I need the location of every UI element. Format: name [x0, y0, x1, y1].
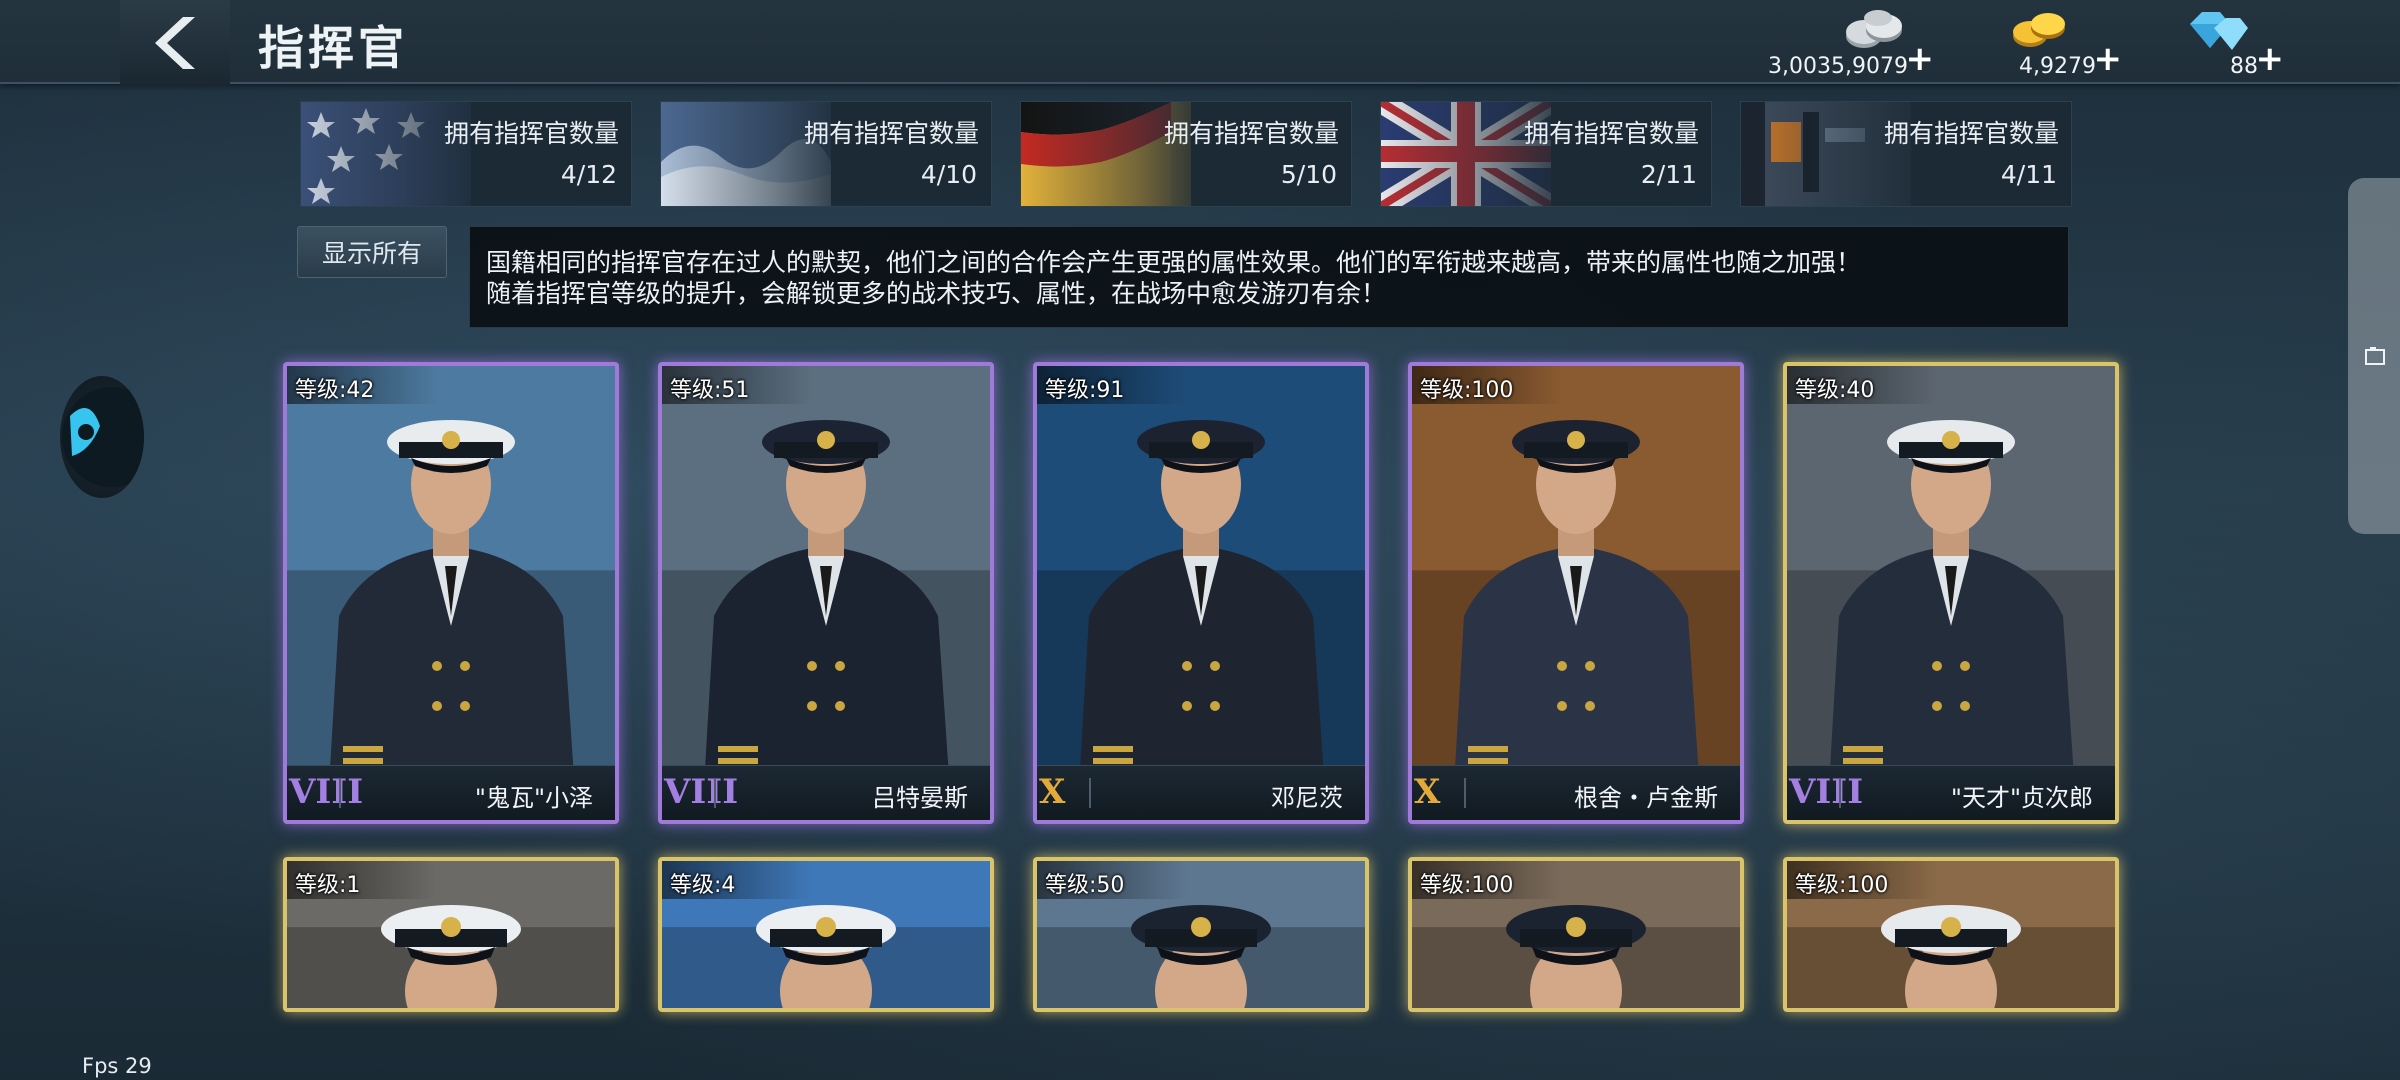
commander-name: 邓尼茨: [1271, 784, 1343, 812]
commander-level: 等级:51: [670, 378, 750, 403]
commander-name-bar: X 根舍・卢金斯: [1412, 765, 1740, 820]
description-line-2: 随着指挥官等级的提升，会解锁更多的战术技巧、属性，在战场中愈发游刃有余！: [486, 279, 1387, 308]
commander-level: 等级:100: [1420, 873, 1514, 898]
commander-name: 根舍・卢金斯: [1574, 784, 1718, 812]
nation-label: 拥有指挥官数量: [443, 119, 619, 148]
commander-name-bar: VIII "天才"贞次郎: [1787, 765, 2115, 820]
diamond-currency: 88 +: [2170, 4, 2284, 80]
page-title: 指挥官: [258, 21, 408, 75]
commander-rank: X: [1039, 772, 1066, 812]
nation-tab-germany[interactable]: 拥有指挥官数量 5/10: [1020, 101, 1352, 207]
window-icon: [2365, 347, 2385, 365]
commander-card[interactable]: 等级:91 X 邓尼茨: [1033, 362, 1369, 824]
commander-level: 等级:4: [670, 873, 736, 898]
nation-label: 拥有指挥官数量: [1163, 119, 1339, 148]
commander-rank: VIII: [289, 772, 364, 812]
rank-divider: [339, 778, 341, 808]
commander-level: 等级:1: [295, 873, 361, 898]
nation-count: 4/12: [560, 160, 617, 189]
commander-card[interactable]: 等级:100: [1408, 857, 1744, 1012]
commander-card[interactable]: 等级:1: [283, 857, 619, 1012]
commander-card[interactable]: 等级:4: [658, 857, 994, 1012]
commander-portrait: [1412, 366, 1740, 820]
nation-count: 2/11: [1640, 160, 1697, 189]
description-line-1: 国籍相同的指挥官存在过人的默契，他们之间的合作会产生更强的属性效果。他们的军衔越…: [486, 248, 1862, 277]
commander-level: 等级:42: [295, 378, 375, 403]
commander-card[interactable]: 等级:50: [1033, 857, 1369, 1012]
commander-portrait: [1037, 366, 1365, 820]
chevron-left-icon: [155, 17, 195, 69]
nation-count: 4/11: [2000, 160, 2057, 189]
commander-card[interactable]: 等级:100 X 根舍・卢金斯: [1408, 362, 1744, 824]
commander-level: 等级:100: [1795, 873, 1889, 898]
nation-label: 拥有指挥官数量: [1883, 119, 2059, 148]
commander-name-bar: VIII 吕特晏斯: [662, 765, 990, 820]
back-button[interactable]: [120, 0, 230, 86]
commander-level: 等级:40: [1795, 378, 1875, 403]
floating-assistant-badge[interactable]: [60, 376, 144, 498]
commander-portrait: [662, 366, 990, 820]
nation-tab-usa[interactable]: 拥有指挥官数量 4/12: [300, 101, 632, 207]
add-silver-button[interactable]: +: [1906, 42, 1935, 76]
gold-coins-icon: [2013, 13, 2065, 47]
commander-name: "鬼瓦"小泽: [474, 784, 593, 812]
commander-portrait: [1787, 366, 2115, 820]
rank-divider: [1839, 778, 1841, 808]
commander-card[interactable]: 等级:42 VIII "鬼瓦"小泽: [283, 362, 619, 824]
rank-divider: [1464, 778, 1466, 808]
rank-divider: [1089, 778, 1091, 808]
description-panel: 国籍相同的指挥官存在过人的默契，他们之间的合作会产生更强的属性效果。他们的军衔越…: [469, 226, 2069, 328]
commander-name: 吕特晏斯: [872, 784, 968, 812]
commander-name-bar: X 邓尼茨: [1037, 765, 1365, 820]
commander-name-bar: VIII "鬼瓦"小泽: [287, 765, 615, 820]
fps-counter: Fps 29: [82, 1054, 152, 1078]
rank-divider: [714, 778, 716, 808]
add-gold-button[interactable]: +: [2094, 42, 2123, 76]
commander-card[interactable]: 等级:51 VIII 吕特晏斯: [658, 362, 994, 824]
gold-currency: 4,9279 +: [2000, 4, 2122, 80]
commander-level: 等级:50: [1045, 873, 1125, 898]
silver-coins-icon: [1846, 10, 1902, 48]
assistant-icon: [62, 387, 144, 487]
commander-rank: VIII: [664, 772, 739, 812]
commander-name: "天才"贞次郎: [1950, 784, 2093, 812]
nation-count: 4/10: [920, 160, 977, 189]
commander-rank: VIII: [1789, 772, 1864, 812]
show-all-button[interactable]: 显示所有: [297, 226, 447, 278]
nation-label: 拥有指挥官数量: [1523, 119, 1699, 148]
side-drawer-handle[interactable]: [2348, 178, 2400, 534]
commander-screen: 指挥官 3,0035,9079 + 4,9279 + 88 + 拥有指挥官数量 …: [0, 0, 2400, 1080]
commander-card[interactable]: 等级:40 VIII "天才"贞次郎: [1783, 362, 2119, 824]
commander-card[interactable]: 等级:100: [1783, 857, 2119, 1012]
nation-count: 5/10: [1280, 160, 1337, 189]
top-bar: 指挥官 3,0035,9079 + 4,9279 + 88 +: [0, 0, 2400, 86]
nation-tab-other[interactable]: 拥有指挥官数量 4/11: [1740, 101, 2072, 207]
commander-level: 等级:91: [1045, 378, 1125, 403]
commander-rank: X: [1414, 772, 1441, 812]
silver-currency: 3,0035,9079 +: [1768, 4, 1934, 80]
add-diamond-button[interactable]: +: [2256, 42, 2285, 76]
commander-level: 等级:100: [1420, 378, 1514, 403]
nation-tab-uk[interactable]: 拥有指挥官数量 2/11: [1380, 101, 1712, 207]
nation-label: 拥有指挥官数量: [803, 119, 979, 148]
commander-portrait: [287, 366, 615, 820]
diamond-icon: [2190, 12, 2248, 50]
nation-tab-japan[interactable]: 拥有指挥官数量 4/10: [660, 101, 992, 207]
